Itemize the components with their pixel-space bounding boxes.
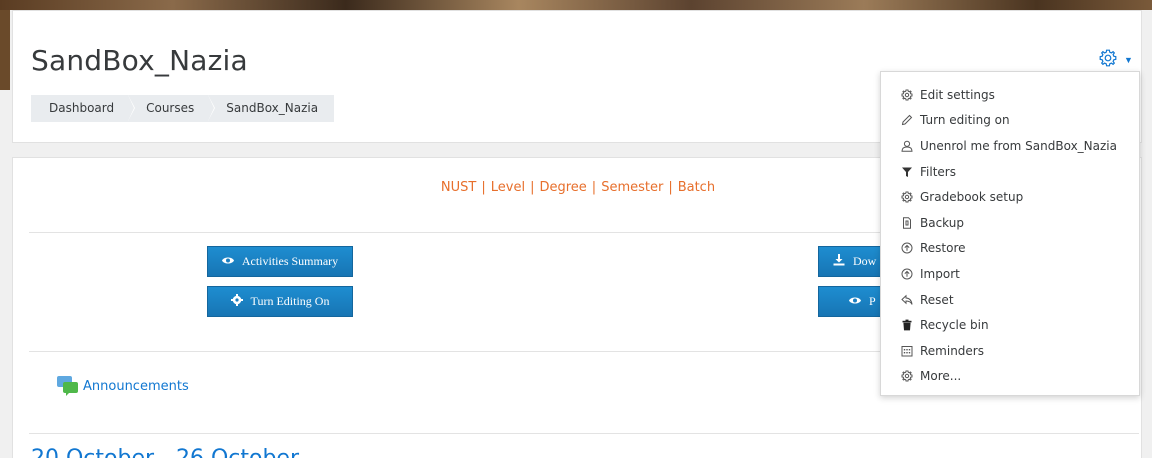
breadcrumb: Dashboard Courses SandBox_Nazia [31,95,335,122]
eye-icon [849,296,861,308]
gear-icon [900,370,914,382]
forum-icon [57,376,79,396]
banner-nust: NUST [440,180,477,195]
turn-editing-on-button[interactable]: Turn Editing On [207,286,353,317]
menu-item-backup[interactable]: Backup [881,210,1139,236]
banner-batch: Batch [677,180,716,195]
download-icon [833,254,845,269]
menu-item-turn-editing-on[interactable]: Turn editing on [881,108,1139,134]
upload-icon [900,268,914,280]
divider [29,433,1139,434]
menu-item-recycle-bin[interactable]: Recycle bin [881,312,1139,338]
breadcrumb-courses[interactable]: Courses [128,95,216,122]
menu-item-edit-settings[interactable]: Edit settings [881,82,1139,108]
breadcrumb-dashboard[interactable]: Dashboard [31,95,136,122]
file-icon [900,217,914,229]
menu-item-gradebook-setup[interactable]: Gradebook setup [881,184,1139,210]
course-actions-menu-toggle[interactable]: ▼ [1098,48,1142,72]
trash-icon [900,319,914,331]
user-icon [900,140,914,152]
menu-item-reminders[interactable]: Reminders [881,338,1139,364]
preview-button[interactable]: P [818,286,888,317]
menu-item-reset[interactable]: Reset [881,287,1139,313]
banner-degree: Degree [539,180,587,195]
menu-item-restore[interactable]: Restore [881,236,1139,262]
pencil-icon [900,114,914,126]
breadcrumb-course[interactable]: SandBox_Nazia [208,95,335,122]
menu-item-more[interactable]: More... [881,364,1139,390]
menu-item-import[interactable]: Import [881,261,1139,287]
section-title[interactable]: 20 October - 26 October [31,446,299,458]
menu-item-unenrol[interactable]: Unenrol me from SandBox_Nazia [881,133,1139,159]
gear-icon [900,89,914,101]
gear-icon [1098,48,1118,73]
gear-icon [900,191,914,203]
calendar-icon [900,345,914,357]
course-actions-menu: Edit settings Turn editing on Unenrol me… [880,71,1140,396]
filter-icon [900,166,914,178]
banner-semester: Semester [601,180,664,195]
reply-icon [900,294,914,306]
banner-level: Level [490,180,526,195]
eye-icon [221,256,234,268]
page-title: SandBox_Nazia [31,44,248,77]
upload-icon [900,242,914,254]
cog-icon [230,294,243,309]
caret-down-icon: ▼ [1124,55,1133,65]
background-image-strip [0,0,1152,10]
activities-summary-button[interactable]: Activities Summary [207,246,353,277]
download-button[interactable]: Dow [818,246,888,277]
background-image-edge [0,10,10,90]
menu-item-filters[interactable]: Filters [881,159,1139,185]
announcements-link[interactable]: Announcements [57,376,189,396]
